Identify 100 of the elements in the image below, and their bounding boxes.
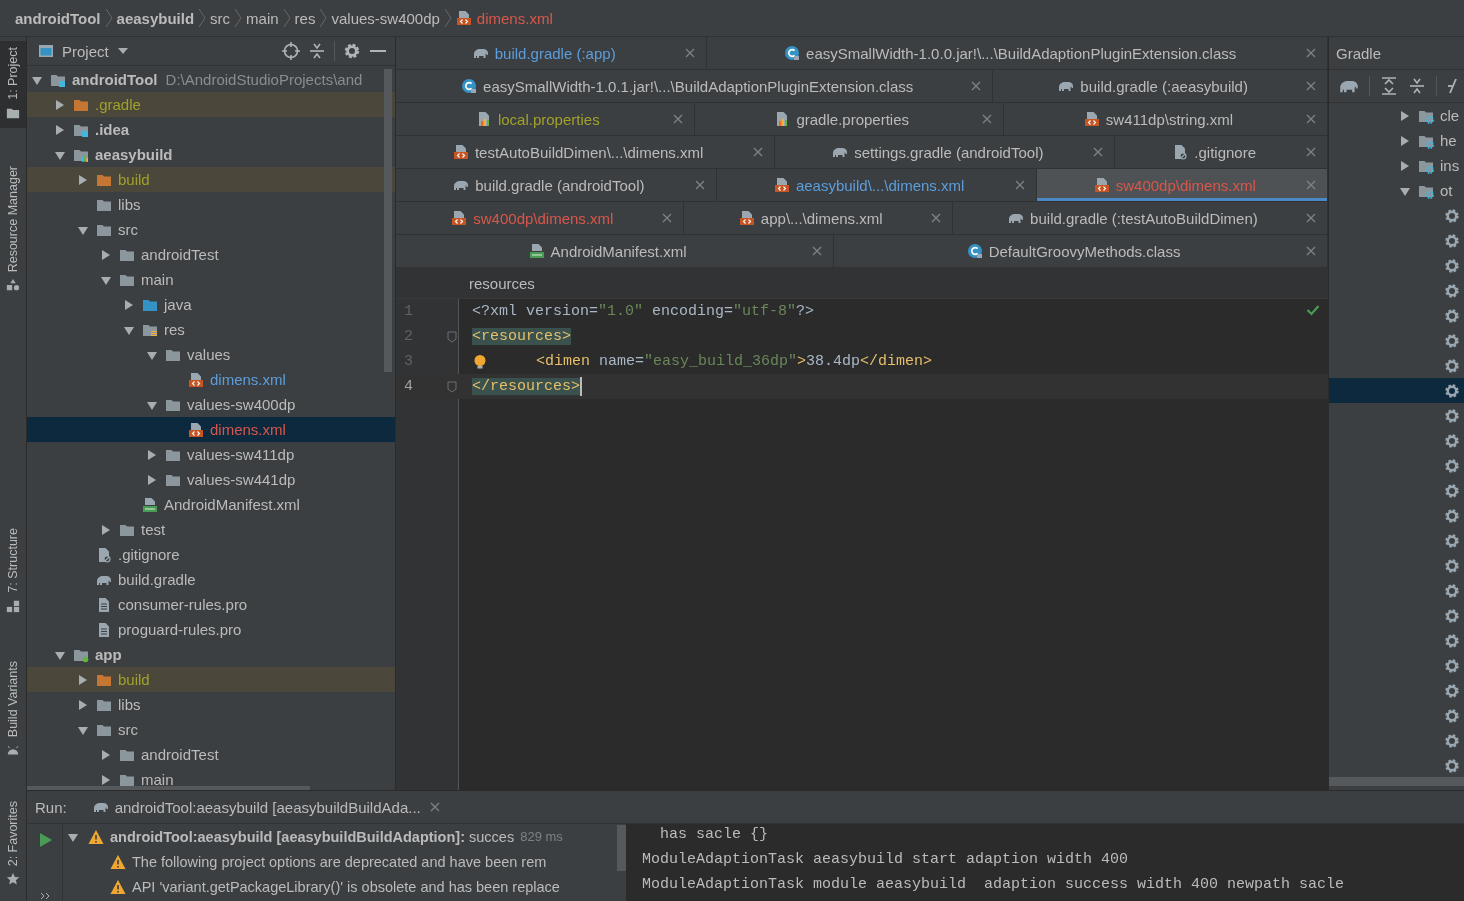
tool-window-button[interactable]: 2: Favorites xyxy=(0,794,26,895)
tree-item-label[interactable]: java xyxy=(164,296,192,313)
tree-item-label[interactable]: ot xyxy=(1440,182,1453,199)
tree-row[interactable]: .gradle xyxy=(27,92,395,117)
tree-item-label[interactable]: libs xyxy=(118,196,141,213)
tree-row[interactable] xyxy=(1329,378,1464,403)
editor-tab[interactable]: aeasybuild\...\dimens.xml xyxy=(716,169,1037,201)
tree-item-label[interactable]: .gitignore xyxy=(118,546,180,563)
tree-item-label[interactable]: .gradle xyxy=(95,96,141,113)
scrollbar[interactable] xyxy=(617,825,626,871)
tree-item-label[interactable]: main xyxy=(141,271,174,288)
collapse-all-icon[interactable] xyxy=(308,42,326,60)
path-label: D:\AndroidStudioProjects\and xyxy=(165,71,363,88)
xml-file-icon xyxy=(451,210,468,226)
tree-item-label[interactable]: test xyxy=(141,521,166,538)
xml-file-icon xyxy=(188,421,204,438)
tree-item-label[interactable]: cle xyxy=(1440,107,1460,124)
tree-item-label[interactable]: dimens.xml xyxy=(210,371,286,388)
xml-file-icon xyxy=(188,371,204,388)
collapse-all-icon[interactable] xyxy=(1408,77,1426,95)
text-file-icon xyxy=(96,621,112,638)
run-icon[interactable] xyxy=(37,832,52,848)
gear-icon xyxy=(1444,557,1460,574)
manifest-file-icon xyxy=(142,496,158,513)
log-message[interactable]: androidTool:aeasybuild [aeasybuildBuildAdaption]: succes xyxy=(110,828,515,845)
gear-icon xyxy=(1444,407,1460,424)
editor-tab[interactable]: build.gradle (androidTool) xyxy=(396,169,717,201)
editor-tab[interactable]: settings.gradle (androidTool) xyxy=(775,136,1116,168)
tree-item-label[interactable]: libs xyxy=(118,696,141,713)
tree-item-label[interactable]: src xyxy=(118,721,138,738)
crosshair-icon[interactable] xyxy=(282,42,300,60)
tree-item-label[interactable]: src xyxy=(118,221,138,238)
tree-item-label[interactable]: res xyxy=(164,321,185,338)
run-tab[interactable]: androidTool:aeasybuild [aeasybuildBuildAda... xyxy=(86,791,449,823)
log-message[interactable]: API 'variant.getPackageLibrary()' is obsolete and has been replace xyxy=(132,878,560,895)
shapes-icon xyxy=(6,278,20,293)
gear-icon xyxy=(1444,282,1460,299)
log-message[interactable]: The following project options are deprecated and have been rem xyxy=(132,853,547,870)
tree-item-label[interactable]: ins xyxy=(1440,157,1460,174)
editor-tab[interactable]: gradle.properties xyxy=(694,103,1004,135)
breadcrumb-item[interactable]: src xyxy=(206,9,235,27)
chevron-icon xyxy=(443,8,452,28)
tool-window-button[interactable]: Build Variants xyxy=(0,654,26,765)
tree-item-label[interactable]: consumer-rules.pro xyxy=(118,596,248,613)
tree-item-label[interactable]: values xyxy=(187,346,231,363)
editor-tab[interactable]: local.properties xyxy=(396,103,695,135)
console-line: ModuleAdaptionTask module aeasybuild adaption success width 400 newpath sacle xyxy=(642,875,1346,895)
tree-item-label[interactable]: build.gradle xyxy=(118,571,196,588)
tree-item-label[interactable]: proguard-rules.pro xyxy=(118,621,242,638)
editor-tab[interactable]: app\...\dimens.xml xyxy=(683,202,953,234)
gear-icon xyxy=(1444,507,1460,524)
class-file-icon xyxy=(784,45,801,61)
tree-item-label[interactable]: app xyxy=(95,646,122,663)
editor-tab[interactable]: build.gradle (:app) xyxy=(396,37,708,69)
tree-row[interactable]: build xyxy=(27,667,395,692)
breadcrumb-item[interactable]: main xyxy=(242,9,283,27)
console-line: ModuleAdaptionTask aeasybuild start adaption width 400 xyxy=(642,850,1130,870)
tree-item-label[interactable]: build xyxy=(118,171,150,188)
tree-item-label[interactable]: aeasybuild xyxy=(95,146,173,163)
tool-window-button[interactable]: 7: Structure xyxy=(0,522,26,621)
breadcrumb-item[interactable]: androidTool xyxy=(11,9,105,27)
tool-window-button[interactable]: Resource Manager xyxy=(0,159,26,301)
scrollbar[interactable] xyxy=(1329,777,1464,786)
chevrons-icon[interactable] xyxy=(39,892,50,900)
lightbulb-icon[interactable] xyxy=(472,353,488,370)
tree-item-label[interactable]: .idea xyxy=(95,121,130,138)
gear-icon xyxy=(1444,607,1460,624)
breadcrumb-item[interactable]: res xyxy=(290,9,320,27)
tree-item-label[interactable]: values-sw400dp xyxy=(187,396,296,413)
tree-item-label[interactable]: he xyxy=(1440,132,1457,149)
gear-icon xyxy=(1444,532,1460,549)
tree-row[interactable]: build xyxy=(27,167,395,192)
fold-marker-icon[interactable] xyxy=(447,330,457,343)
breadcrumb-item[interactable]: resources xyxy=(469,274,535,292)
star-icon xyxy=(6,872,20,887)
editor-tab[interactable]: easySmallWidth-1.0.1.jar!\...\BuildAdaptionPluginExtension.class xyxy=(396,70,994,102)
tree-item-label[interactable]: values-sw411dp xyxy=(187,446,295,463)
view-dropdown[interactable]: Project xyxy=(62,42,129,60)
breadcrumb-item[interactable]: aeasybuild xyxy=(112,9,199,27)
breadcrumb-item[interactable]: values-sw400dp xyxy=(327,9,444,27)
tool-window-button[interactable]: 1: Project xyxy=(0,41,26,128)
tree-item-label[interactable]: androidTool xyxy=(72,71,158,88)
tree-item-label[interactable]: main xyxy=(141,771,174,788)
expand-all-icon[interactable] xyxy=(1380,77,1398,95)
tree-item-label[interactable]: build xyxy=(118,671,150,688)
editor-tab[interactable]: AndroidManifest.xml xyxy=(396,235,835,267)
editor-tab[interactable]: testAutoBuildDimen\...\dimens.xml xyxy=(396,136,776,168)
tree-item-label[interactable]: AndroidManifest.xml xyxy=(164,496,300,513)
tree-item-label[interactable]: dimens.xml xyxy=(210,421,286,438)
xml-file-icon xyxy=(1093,177,1110,193)
tree-item-label[interactable]: androidTest xyxy=(141,246,219,263)
scrollbar[interactable] xyxy=(384,69,392,372)
ignore-file-icon xyxy=(1172,144,1189,160)
slash-icon[interactable] xyxy=(1447,77,1457,95)
settings-icon[interactable] xyxy=(343,42,361,60)
tree-item-label[interactable]: androidTest xyxy=(141,746,219,763)
tree-item-label[interactable]: values-sw441dp xyxy=(187,471,296,488)
fold-marker-icon[interactable] xyxy=(447,380,457,393)
tree-row[interactable]: dimens.xml xyxy=(27,417,395,442)
gear-icon xyxy=(1444,707,1460,724)
